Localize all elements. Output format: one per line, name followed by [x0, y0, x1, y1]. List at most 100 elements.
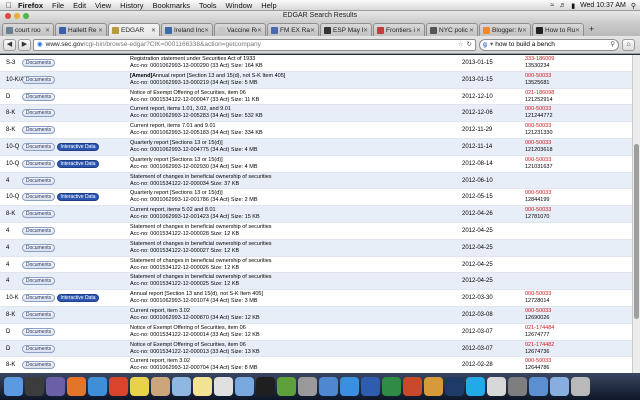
garageband-icon[interactable]	[424, 377, 443, 396]
tab[interactable]: Ireland Inc ✕	[161, 23, 213, 36]
skype-icon[interactable]	[466, 377, 485, 396]
itunes-icon[interactable]	[319, 377, 338, 396]
documents-button[interactable]: Documents	[22, 126, 55, 135]
menu-edit[interactable]: Edit	[73, 1, 86, 10]
tab-close-icon[interactable]: ✕	[310, 27, 315, 34]
wifi-icon[interactable]: ≈	[550, 2, 554, 9]
utorrent-icon[interactable]	[277, 377, 296, 396]
documents-button[interactable]: Documents	[22, 361, 55, 370]
tab-close-icon[interactable]: ✕	[204, 27, 209, 34]
powerpoint-icon[interactable]	[403, 377, 422, 396]
zoom-window-button[interactable]	[23, 13, 29, 19]
excel-icon[interactable]	[382, 377, 401, 396]
documents-button[interactable]: Documents	[22, 294, 55, 303]
tab-close-icon[interactable]: ✕	[98, 27, 103, 34]
finder-icon[interactable]	[4, 377, 23, 396]
documents-button[interactable]: Documents	[22, 327, 55, 336]
documents-button[interactable]: Documents	[22, 143, 55, 151]
menu-file[interactable]: File	[52, 1, 64, 10]
menu-history[interactable]: History	[120, 1, 143, 10]
interactive-data-button[interactable]: Interactive Data	[57, 143, 99, 151]
file-number-link[interactable]: 000-50033	[525, 190, 551, 197]
image-capture-icon[interactable]	[487, 377, 506, 396]
apple-menu-icon[interactable]: 	[0, 1, 18, 10]
dashboard-icon[interactable]	[25, 377, 44, 396]
bookmark-star-icon[interactable]: ☆	[458, 40, 464, 50]
documents-button[interactable]: Documents	[22, 277, 55, 286]
tab[interactable]: Vaccine Re ✕	[214, 23, 266, 36]
search-field[interactable]: g ▾ how to build a bench ⚲	[479, 38, 619, 51]
reload-icon[interactable]: ↻	[467, 40, 472, 50]
documents-button[interactable]: Documents	[22, 344, 55, 353]
file-number-link[interactable]: 000-50033	[525, 291, 551, 298]
tab[interactable]: EDGAR ✕	[108, 23, 160, 36]
system-prefs-icon[interactable]	[298, 377, 317, 396]
forward-button[interactable]: ▶	[18, 38, 31, 51]
mail-icon[interactable]	[172, 377, 191, 396]
file-number-link[interactable]: 000-50033	[525, 73, 551, 80]
documents-button[interactable]: Documents	[22, 176, 55, 185]
app-store-icon[interactable]	[340, 377, 359, 396]
word-icon[interactable]	[361, 377, 380, 396]
documents-button[interactable]: Documents	[22, 243, 55, 252]
file-number-link[interactable]: 000-50033	[525, 157, 553, 164]
tab-close-icon[interactable]: ✕	[522, 27, 527, 34]
tab[interactable]: ESP May K ✕	[320, 23, 372, 36]
file-number-link[interactable]: 021-186098	[525, 90, 554, 97]
vertical-scrollbar[interactable]	[632, 55, 640, 373]
menu-window[interactable]: Window	[226, 1, 253, 10]
tab[interactable]: Blogger: M ✕	[479, 23, 531, 36]
tab[interactable]: NYC polic ✕	[426, 23, 478, 36]
url-bar[interactable]: ◉ www.sec.gov/cgi-bin/browse-edgar?CIK=0…	[33, 38, 476, 51]
documents-button[interactable]: Documents	[22, 227, 55, 235]
documents-button[interactable]: Documents	[22, 210, 55, 219]
tab-close-icon[interactable]: ✕	[257, 27, 262, 34]
documents-button[interactable]: Documents	[22, 75, 55, 84]
home-button[interactable]: ⌂	[622, 38, 635, 51]
file-number-link[interactable]: 000-50033	[525, 207, 551, 214]
close-window-button[interactable]	[5, 13, 11, 19]
tab-close-icon[interactable]: ✕	[416, 27, 421, 34]
menu-app-name[interactable]: Firefox	[18, 1, 43, 10]
printer-icon[interactable]	[508, 377, 527, 396]
file-number-link[interactable]: 000-50033	[525, 358, 551, 365]
google-search-icon[interactable]: g	[483, 40, 487, 50]
tab-close-icon[interactable]: ✕	[469, 27, 474, 34]
back-button[interactable]: ◀	[3, 38, 16, 51]
safari-icon[interactable]	[88, 377, 107, 396]
photoshop-icon[interactable]	[445, 377, 464, 396]
tab[interactable]: Hallett Re ✕	[55, 23, 107, 36]
file-number-link[interactable]: 021-174484	[525, 325, 554, 332]
menu-help[interactable]: Help	[261, 1, 276, 10]
file-number-link[interactable]: 000-50033	[525, 123, 553, 130]
tab-close-icon[interactable]: ✕	[575, 27, 580, 34]
file-number-link[interactable]: 000-50033	[525, 140, 553, 147]
menu-view[interactable]: View	[95, 1, 111, 10]
file-number-link[interactable]: 021-174482	[525, 342, 554, 349]
documents-icon[interactable]	[550, 377, 569, 396]
tab-close-icon[interactable]: ✕	[151, 27, 156, 34]
tab[interactable]: court roo ✕	[2, 23, 54, 36]
tab-close-icon[interactable]: ✕	[363, 27, 368, 34]
tab[interactable]: FM EX Rad✕	[267, 23, 319, 36]
menu-tools[interactable]: Tools	[199, 1, 217, 10]
interactive-data-button[interactable]: Interactive Data	[57, 294, 99, 303]
documents-button[interactable]: Documents	[22, 92, 55, 101]
interactive-data-button[interactable]: Interactive Data	[57, 193, 99, 202]
preview-icon[interactable]	[151, 377, 170, 396]
file-number-link[interactable]: 000-50033	[525, 106, 553, 113]
volume-icon[interactable]: ♬	[559, 2, 566, 9]
clock[interactable]: Wed 10:37 AM	[580, 2, 626, 9]
documents-button[interactable]: Documents	[22, 109, 55, 118]
stickies-icon[interactable]	[130, 377, 149, 396]
firefox-icon[interactable]	[67, 377, 86, 396]
new-tab-button[interactable]: +	[585, 23, 598, 36]
tab[interactable]: Frontiers i ✕	[373, 23, 425, 36]
magnifier-icon[interactable]: ⚲	[610, 40, 615, 50]
file-number-link[interactable]: 000-50033	[525, 308, 551, 315]
ical-icon[interactable]	[214, 377, 233, 396]
trash-icon[interactable]	[571, 377, 590, 396]
tab[interactable]: How to Ru ✕	[532, 23, 584, 36]
terminal-icon[interactable]	[256, 377, 275, 396]
interactive-data-button[interactable]: Interactive Data	[57, 159, 99, 168]
